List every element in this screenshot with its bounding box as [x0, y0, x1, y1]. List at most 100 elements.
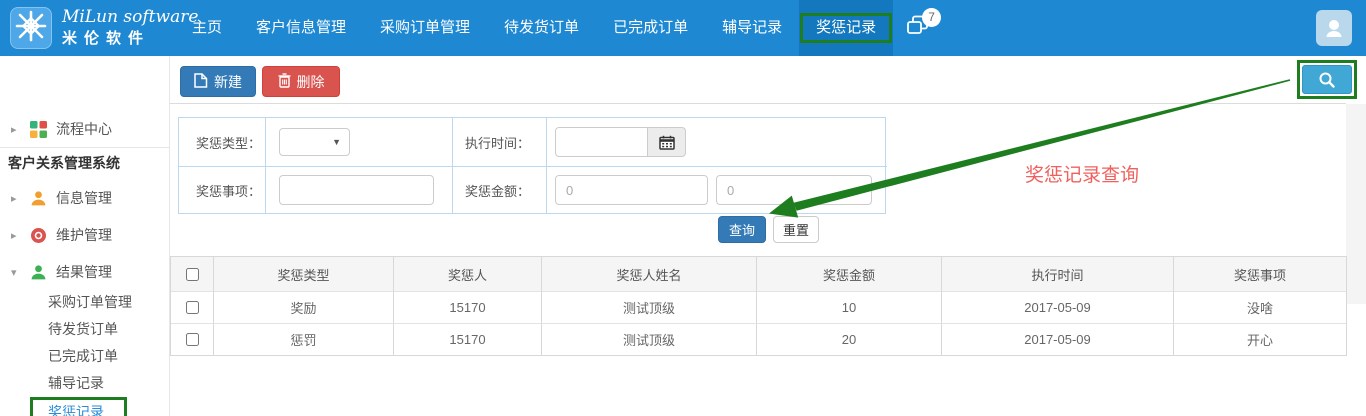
nav-item-purchase-orders[interactable]: 采购订单管理 [363, 0, 487, 56]
snowflake-logo-icon [14, 9, 48, 48]
info-management-person-icon [30, 190, 47, 207]
type-field-cell: ▼ [265, 118, 452, 166]
chevron-right-icon: ▸ [11, 123, 23, 136]
header-reward-item: 奖惩事项 [1173, 257, 1346, 291]
calendar-icon [659, 135, 675, 150]
file-icon [194, 73, 208, 91]
exec-time-group [555, 127, 686, 157]
annotation-note: 奖惩记录查询 [1025, 160, 1139, 187]
records-table: 奖惩类型 奖惩人 奖惩人姓名 奖惩金额 执行时间 奖惩事项 奖励 15170 测… [170, 256, 1347, 356]
calendar-button[interactable] [648, 127, 686, 157]
nav-item-reward-punish-records[interactable]: 奖惩记录 [799, 0, 893, 56]
sidebar-item-label: 信息管理 [56, 188, 112, 208]
header-person-name: 奖惩人姓名 [541, 257, 756, 291]
header-reward-type: 奖惩类型 [213, 257, 393, 291]
amount-field-cell [546, 166, 887, 213]
cell-reward-item: 开心 [1173, 323, 1346, 355]
sidebar: ▸ 流程中心 客户关系管理系统 ▸ 信息管理 [0, 56, 170, 416]
chevron-down-icon: ▾ [11, 266, 23, 279]
nav-item-coaching-records[interactable]: 辅导记录 [705, 0, 799, 56]
row-select-cell [171, 291, 213, 323]
search-icon [1318, 71, 1336, 89]
time-label-cell: 执行时间： [452, 118, 546, 166]
sidebar-divider [0, 147, 170, 148]
type-label-cell: 奖惩类型： [179, 118, 265, 166]
item-field-cell [265, 166, 452, 213]
nav-item-customer-info[interactable]: 客户信息管理 [239, 0, 363, 56]
cell-person-name: 测试顶级 [541, 323, 756, 355]
cell-reward-person: 15170 [393, 323, 541, 355]
header-amount: 奖惩金额 [756, 257, 941, 291]
cell-exec-time: 2017-05-09 [941, 323, 1173, 355]
amount-min-input[interactable] [555, 175, 708, 205]
messages-count-badge: 7 [922, 8, 941, 27]
delete-button[interactable]: 删除 [262, 66, 340, 97]
header-exec-time: 执行时间 [941, 257, 1173, 291]
amount-max-input[interactable] [716, 175, 872, 205]
time-field-cell [546, 118, 887, 166]
table-header-row: 奖惩类型 奖惩人 奖惩人姓名 奖惩金额 执行时间 奖惩事项 [171, 257, 1346, 291]
search-form: 奖惩类型： ▼ 执行时间： [178, 117, 886, 214]
person-icon [1323, 17, 1345, 39]
process-center-icon [30, 121, 47, 138]
messages-button[interactable]: 7 [893, 0, 945, 56]
new-button[interactable]: 新建 [180, 66, 256, 97]
sidebar-item-process-center[interactable]: ▸ 流程中心 [0, 114, 170, 144]
reward-amount-label: 奖惩金额： [453, 181, 530, 200]
right-gutter [1346, 104, 1366, 304]
reward-type-select[interactable]: ▼ [279, 128, 350, 156]
user-avatar[interactable] [1316, 10, 1352, 46]
header-reward-person: 奖惩人 [393, 257, 541, 291]
cell-amount: 10 [756, 291, 941, 323]
sidebar-subitem-purchase-orders[interactable]: 采购订单管理 [48, 289, 168, 316]
sidebar-item-result-management[interactable]: ▾ 结果管理 [0, 257, 170, 287]
sidebar-item-label: 维护管理 [56, 225, 112, 245]
trash-icon [278, 73, 291, 91]
table-body: 奖励 15170 测试顶级 10 2017-05-09 没啥 惩罚 15170 … [171, 291, 1346, 355]
reward-item-label: 奖惩事项： [179, 181, 261, 200]
exec-time-input[interactable] [555, 127, 648, 157]
sidebar-item-info-management[interactable]: ▸ 信息管理 [0, 183, 170, 213]
app-logo [10, 7, 52, 49]
row-checkbox[interactable] [186, 333, 199, 346]
sidebar-item-label: 结果管理 [56, 262, 112, 282]
sidebar-subitem-pending-shipment[interactable]: 待发货订单 [48, 316, 168, 343]
reward-type-label: 奖惩类型： [179, 133, 261, 152]
reset-button[interactable]: 重置 [773, 216, 819, 243]
select-all-checkbox[interactable] [186, 268, 199, 281]
query-button[interactable]: 查询 [718, 216, 766, 243]
cell-reward-item: 没啥 [1173, 291, 1346, 323]
nav-item-home[interactable]: 主页 [175, 0, 239, 56]
item-label-cell: 奖惩事项： [179, 166, 265, 213]
cell-person-name: 测试顶级 [541, 291, 756, 323]
exec-time-label: 执行时间： [453, 133, 530, 152]
search-toggle-button[interactable] [1302, 65, 1352, 94]
result-management-person-icon [30, 264, 47, 281]
sidebar-section-title: 客户关系管理系统 [8, 153, 120, 173]
sidebar-subitem-coaching-records[interactable]: 辅导记录 [48, 370, 168, 397]
sidebar-item-maintenance-management[interactable]: ▸ 维护管理 [0, 220, 170, 250]
reward-item-input[interactable] [279, 175, 434, 205]
nav-item-pending-shipment[interactable]: 待发货订单 [487, 0, 596, 56]
amount-label-cell: 奖惩金额： [452, 166, 546, 213]
delete-button-label: 删除 [297, 72, 325, 92]
row-select-cell [171, 323, 213, 355]
nav-menu: 主页 客户信息管理 采购订单管理 待发货订单 已完成订单 辅导记录 奖惩记录 7 [175, 0, 945, 56]
cell-exec-time: 2017-05-09 [941, 291, 1173, 323]
nav-item-completed-orders[interactable]: 已完成订单 [596, 0, 705, 56]
green-annotation-box-nav [800, 13, 892, 43]
maintenance-circle-icon [30, 227, 47, 244]
cell-amount: 20 [756, 323, 941, 355]
sidebar-item-label: 流程中心 [56, 119, 112, 139]
select-all-cell [171, 257, 213, 291]
toolbar-divider [170, 103, 1346, 104]
chevron-right-icon: ▸ [11, 229, 23, 242]
sidebar-subitem-reward-punish-records[interactable]: 奖惩记录 [48, 399, 168, 416]
caret-down-icon: ▼ [332, 137, 341, 147]
new-button-label: 新建 [214, 72, 242, 92]
top-navbar: MiLun software 米伦软件 主页 客户信息管理 采购订单管理 待发货… [0, 0, 1366, 56]
sidebar-subitem-completed-orders[interactable]: 已完成订单 [48, 343, 168, 370]
row-checkbox[interactable] [186, 301, 199, 314]
table-row: 惩罚 15170 测试顶级 20 2017-05-09 开心 [171, 323, 1346, 355]
page-root: MiLun software 米伦软件 主页 客户信息管理 采购订单管理 待发货… [0, 0, 1366, 416]
